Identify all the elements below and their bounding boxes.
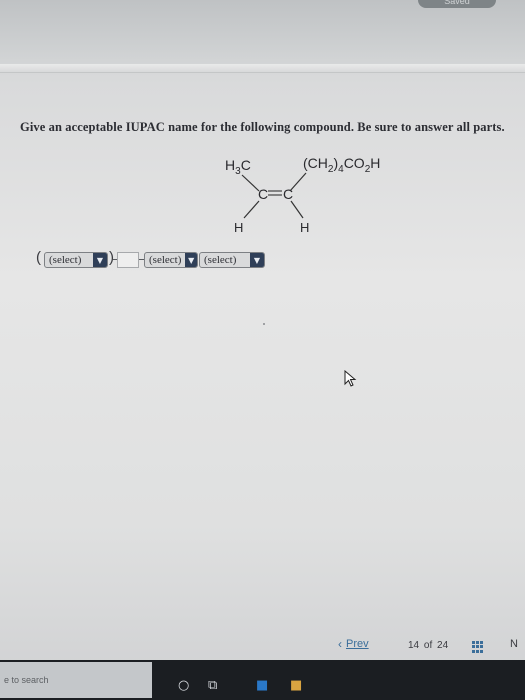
dropdown-arrow-icon: ▼ (185, 253, 197, 267)
open-paren: ( (36, 249, 41, 266)
dropdown-arrow-icon: ▼ (250, 253, 264, 267)
chain-group-label: (CH2)4CO2H (303, 155, 380, 175)
right-hydrogen-label: H (300, 220, 309, 235)
select-dropdown-1[interactable]: (select) ▼ (44, 252, 108, 268)
svg-text:C: C (283, 186, 293, 202)
alkene-label: C (258, 186, 268, 202)
mouse-cursor-icon (344, 370, 357, 387)
page-current: 14 (408, 640, 420, 651)
folder-icon[interactable]: ■ (290, 678, 302, 693)
page-total: 24 (437, 640, 449, 651)
cortana-circle-icon[interactable]: ○ (178, 678, 189, 693)
close-paren: ) (109, 249, 114, 266)
chevron-left-icon: ‹ (338, 637, 342, 651)
taskbar-search[interactable]: e to search (0, 662, 152, 698)
prev-label: Prev (346, 638, 369, 650)
left-hydrogen-label: H (234, 220, 243, 235)
select-dropdown-3[interactable]: (select) ▼ (199, 252, 265, 268)
dropdown-arrow-icon: ▼ (93, 253, 107, 267)
select-3-label: (select) (204, 254, 237, 266)
select-2-label: (select) (149, 254, 182, 266)
speck (263, 323, 265, 325)
locant-input[interactable] (117, 252, 139, 268)
search-placeholder: e to search (4, 675, 49, 685)
task-view-icon[interactable]: ⧉ (208, 678, 217, 693)
prev-link[interactable]: ‹ Prev (338, 637, 369, 651)
next-link[interactable]: N (510, 638, 518, 650)
methyl-group-label: H3C (225, 157, 251, 177)
app-icon[interactable]: ■ (256, 678, 268, 693)
select-1-label: (select) (49, 254, 82, 266)
select-dropdown-2[interactable]: (select) ▼ (144, 252, 198, 268)
chemical-structure: H3C (CH2)4CO2H C C H H (225, 155, 380, 235)
question-grid-icon[interactable] (472, 641, 484, 653)
page-of: of (423, 640, 433, 651)
page-indicator: 14 of 24 (408, 640, 448, 651)
